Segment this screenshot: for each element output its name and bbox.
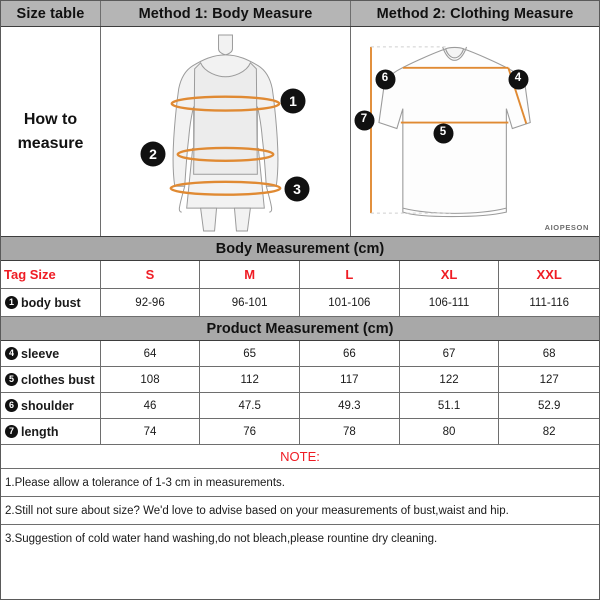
row-label-body-bust: 1 body bust <box>1 289 101 316</box>
row-label-text: body bust <box>21 295 81 310</box>
cell-body-bust-s: 92-96 <box>101 289 201 316</box>
note-item-3: 3.Suggestion of cold water hand washing,… <box>5 533 438 545</box>
marker-6-icon: 6 <box>5 399 18 412</box>
row-label-text: sleeve <box>21 346 60 361</box>
size-col-xxl: XXL <box>536 267 562 282</box>
body-marker-3: 3 <box>285 177 309 201</box>
cell-length-xxl: 82 <box>542 425 556 438</box>
row-label-length: 7 length <box>1 419 101 444</box>
cell-shoulder-l: 49.3 <box>300 393 400 418</box>
brand-watermark: AIOPESON <box>544 223 589 232</box>
row-label-text: clothes bust <box>21 372 95 387</box>
cell-clothes-bust-s: 108 <box>101 367 201 392</box>
body-figure-panel: 1 2 3 <box>101 27 351 236</box>
table-row: 4 sleeve 64 65 66 67 68 <box>1 341 599 367</box>
marker-5-icon: 5 <box>5 373 18 386</box>
cell-shoulder-s: 46 <box>101 393 201 418</box>
cell-length-m: 76 <box>200 419 301 444</box>
cell-sleeve-xl: 67 <box>400 341 500 366</box>
marker-1-icon: 1 <box>5 296 18 309</box>
cell-body-bust-m: 96-101 <box>200 289 301 316</box>
cell-body-bust-l: 101-106 <box>300 289 400 316</box>
cell-clothes-bust-xl: 122 <box>400 367 500 392</box>
cell-sleeve-l: 66 <box>300 341 400 366</box>
how-to-measure-cell: How to measure <box>1 27 101 236</box>
cell-sleeve-s: 64 <box>101 341 201 366</box>
size-col-l: L <box>300 261 400 288</box>
row-label-clothes-bust: 5 clothes bust <box>1 367 101 392</box>
cell-clothes-bust-l: 117 <box>300 367 400 392</box>
clothing-figure-panel: 6 4 5 7 AIOPESON <box>351 27 599 236</box>
cell-shoulder-m: 47.5 <box>200 393 301 418</box>
cell-length-xl: 80 <box>400 419 500 444</box>
cell-body-bust-xxl: 111-116 <box>529 296 570 309</box>
cell-sleeve-m: 65 <box>200 341 301 366</box>
header-method-2: Method 2: Clothing Measure <box>376 5 574 22</box>
body-figure-illustration <box>169 34 282 232</box>
body-measurement-title: Body Measurement (cm) <box>1 237 599 261</box>
body-marker-2: 2 <box>141 142 165 166</box>
size-chart: Size table Method 1: Body Measure Method… <box>0 0 600 600</box>
illustration-band: How to measure 1 2 3 6 4 5 7 AIOPESON <box>1 27 599 237</box>
clothing-marker-4: 4 <box>508 69 528 89</box>
row-label-shoulder: 6 shoulder <box>1 393 101 418</box>
cell-length-s: 74 <box>101 419 201 444</box>
clothing-marker-5: 5 <box>433 123 453 143</box>
clothing-marker-7: 7 <box>354 110 374 130</box>
header-size-table: Size table <box>1 1 101 26</box>
clothing-marker-6: 6 <box>375 69 395 89</box>
cell-shoulder-xxl: 52.9 <box>537 399 561 412</box>
cell-sleeve-xxl: 68 <box>542 347 556 360</box>
note-item-2: 2.Still not sure about size? We'd love t… <box>1 497 599 525</box>
chart-header-row: Size table Method 1: Body Measure Method… <box>1 1 599 27</box>
tshirt-illustration <box>370 46 531 218</box>
how-to-measure-label: How to measure <box>17 110 84 152</box>
size-header-row: Tag Size S M L XL XXL <box>1 261 599 289</box>
note-item-1: 1.Please allow a tolerance of 1-3 cm in … <box>1 469 599 497</box>
note-title: NOTE: <box>1 445 599 469</box>
table-row: 6 shoulder 46 47.5 49.3 51.1 52.9 <box>1 393 599 419</box>
row-label-sleeve: 4 sleeve <box>1 341 101 366</box>
cell-shoulder-xl: 51.1 <box>400 393 500 418</box>
cell-clothes-bust-xxl: 127 <box>539 373 559 386</box>
size-col-m: M <box>200 261 301 288</box>
size-col-xl: XL <box>400 261 500 288</box>
row-label-text: shoulder <box>21 398 74 413</box>
table-row: 5 clothes bust 108 112 117 122 127 <box>1 367 599 393</box>
body-marker-1: 1 <box>281 89 305 113</box>
header-method-1: Method 1: Body Measure <box>101 1 351 26</box>
cell-body-bust-xl: 106-111 <box>400 289 500 316</box>
marker-7-icon: 7 <box>5 425 18 438</box>
table-row: 7 length 74 76 78 80 82 <box>1 419 599 445</box>
cell-length-l: 78 <box>300 419 400 444</box>
table-row: 1 body bust 92-96 96-101 101-106 106-111… <box>1 289 599 317</box>
product-measurement-title: Product Measurement (cm) <box>1 317 599 341</box>
tag-size-label: Tag Size <box>1 261 101 288</box>
row-label-text: length <box>21 424 59 439</box>
size-col-s: S <box>101 261 201 288</box>
marker-4-icon: 4 <box>5 347 18 360</box>
cell-clothes-bust-m: 112 <box>200 367 301 392</box>
